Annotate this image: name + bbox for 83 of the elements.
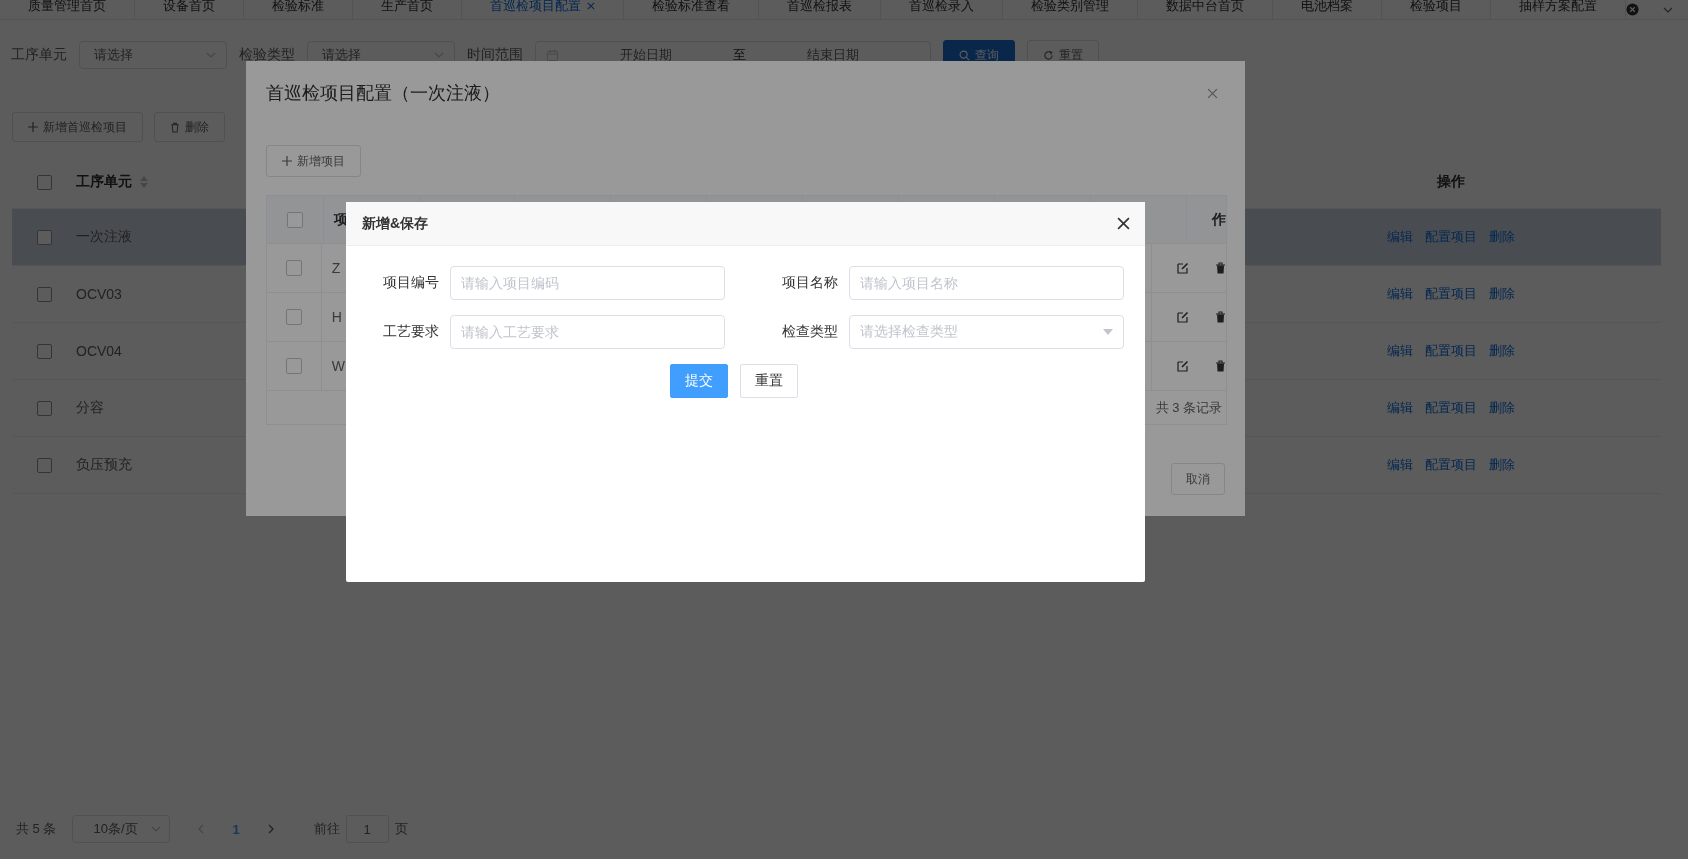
- reset-button[interactable]: 重置: [739, 364, 798, 398]
- column-header: 作: [1212, 210, 1226, 229]
- checkbox[interactable]: [285, 358, 302, 374]
- checkbox[interactable]: [36, 400, 52, 416]
- edit-icon[interactable]: [1177, 360, 1190, 372]
- action-link[interactable]: 删除: [1489, 399, 1515, 417]
- plus-icon: [282, 156, 292, 166]
- dialog-title: 首巡检项目配置（一次注液）: [266, 82, 500, 105]
- action-link[interactable]: 删除: [1489, 228, 1515, 246]
- table-cell: Z: [331, 260, 341, 276]
- refresh-icon: [1043, 49, 1054, 61]
- tab[interactable]: 首巡检录入: [881, 0, 1003, 19]
- column-header: 操作: [1437, 173, 1465, 191]
- action-link[interactable]: 编辑: [1387, 228, 1413, 246]
- tab[interactable]: 检验标准查看: [624, 0, 759, 19]
- filter-label: 检验类型: [239, 46, 295, 64]
- caret-icon: [1103, 329, 1113, 335]
- page-suffix: 页: [394, 820, 408, 838]
- tab[interactable]: 质量管理首页: [0, 0, 135, 19]
- page-number[interactable]: 1: [232, 821, 240, 837]
- record-count: 共 3 条记录: [1155, 398, 1222, 417]
- tab[interactable]: 检验标准: [244, 0, 353, 19]
- column-header: 工序单元: [76, 173, 132, 191]
- action-link[interactable]: 删除: [1489, 456, 1515, 474]
- calendar-icon: [546, 48, 559, 62]
- trash-icon[interactable]: [1215, 360, 1227, 372]
- close-icon[interactable]: [1117, 217, 1130, 230]
- field-label: 检查类型: [781, 323, 839, 341]
- action-link[interactable]: 删除: [1489, 342, 1515, 360]
- checkbox[interactable]: [36, 174, 52, 190]
- column-header: 项: [334, 210, 348, 229]
- checkbox[interactable]: [36, 343, 52, 359]
- page-size-select[interactable]: 10条/页: [72, 815, 171, 843]
- close-all-icon[interactable]: [1626, 3, 1639, 16]
- input-field[interactable]: 请输入项目名称: [849, 266, 1124, 300]
- field-label: 项目编号: [382, 274, 440, 292]
- action-link[interactable]: 配置项目: [1425, 399, 1477, 417]
- submit-button[interactable]: 提交: [669, 364, 728, 398]
- action-link[interactable]: 编辑: [1387, 399, 1413, 417]
- checkbox[interactable]: [36, 229, 52, 245]
- cancel-button[interactable]: 取消: [1171, 463, 1225, 495]
- plus-icon: [28, 122, 38, 132]
- action-link[interactable]: 配置项目: [1425, 342, 1477, 360]
- checkbox[interactable]: [36, 457, 52, 473]
- table-cell: H: [331, 309, 342, 325]
- checkbox[interactable]: [285, 260, 302, 276]
- trash-icon[interactable]: [1215, 262, 1227, 274]
- filter-label: 时间范围: [467, 46, 523, 64]
- tab[interactable]: 首巡检报表: [759, 0, 881, 19]
- add-item-button[interactable]: 新增项目: [266, 145, 361, 177]
- input-field[interactable]: 请输入项目编码: [450, 266, 725, 300]
- edit-icon[interactable]: [1177, 311, 1190, 323]
- tab[interactable]: 检验类别管理: [1003, 0, 1138, 19]
- action-link[interactable]: 编辑: [1387, 285, 1413, 303]
- caret-icon[interactable]: [1663, 6, 1673, 13]
- checkbox[interactable]: [287, 211, 303, 228]
- action-link[interactable]: 配置项目: [1425, 228, 1477, 246]
- trash-icon[interactable]: [1215, 311, 1227, 323]
- tab[interactable]: 设备首页: [135, 0, 244, 19]
- table-cell: OCV04: [76, 343, 122, 359]
- checkbox[interactable]: [285, 309, 302, 325]
- field-label: 项目名称: [781, 274, 839, 292]
- tab[interactable]: 检验项目: [1382, 0, 1491, 19]
- action-link[interactable]: 删除: [1489, 285, 1515, 303]
- table-cell: OCV03: [76, 286, 122, 302]
- checkbox[interactable]: [36, 286, 52, 302]
- input-field[interactable]: 请输入工艺要求: [450, 315, 725, 349]
- tab[interactable]: 数据中台首页: [1138, 0, 1273, 19]
- next-page-icon[interactable]: [267, 824, 274, 834]
- select-field[interactable]: 请选择检查类型: [849, 315, 1124, 349]
- table-cell: W: [331, 358, 346, 374]
- trash-icon: [170, 121, 180, 133]
- goto-label: 前往: [313, 820, 340, 838]
- action-link[interactable]: 配置项目: [1425, 456, 1477, 474]
- dialog-title: 新增&保存: [362, 214, 429, 233]
- total-count: 共 5 条: [16, 820, 57, 838]
- field-label: 工艺要求: [382, 323, 440, 341]
- action-link[interactable]: 配置项目: [1425, 285, 1477, 303]
- page-input[interactable]: 1: [345, 815, 389, 843]
- action-link[interactable]: 编辑: [1387, 456, 1413, 474]
- action-link[interactable]: 编辑: [1387, 342, 1413, 360]
- tab[interactable]: 首巡检项目配置: [462, 0, 624, 19]
- edit-icon[interactable]: [1177, 262, 1190, 274]
